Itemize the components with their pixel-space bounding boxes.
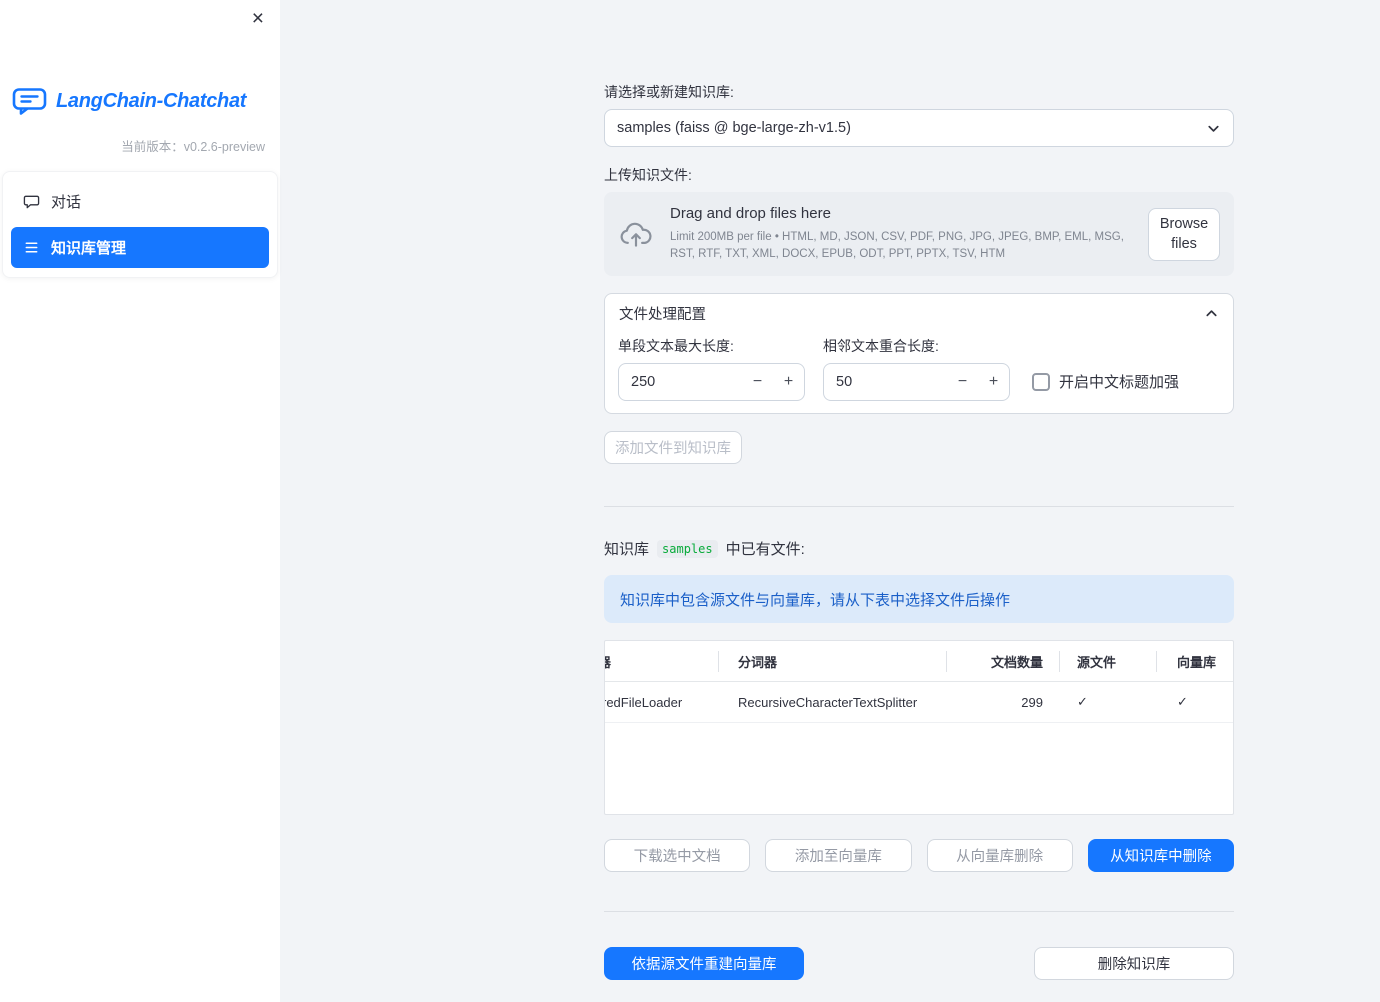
kb-selectbox-value: samples (faiss @ bge-large-zh-v1.5)	[617, 120, 851, 136]
app-window: × LangChain-Chatchat 当前版本：v0.2.6-preview…	[0, 0, 1380, 1002]
expander-header[interactable]: 文件处理配置	[605, 294, 1233, 332]
uploader-text: Drag and drop files here Limit 200MB per…	[670, 205, 1132, 262]
overlap-size-input-group: − +	[823, 363, 1010, 401]
chunk-size-increment-button[interactable]: +	[773, 364, 804, 400]
column-separator	[718, 651, 719, 672]
sidebar-close-button[interactable]: ×	[248, 4, 268, 33]
kb-name-code: samples	[657, 539, 718, 558]
overlap-size-decrement-button[interactable]: −	[947, 364, 978, 400]
kb-select-label: 请选择或新建知识库:	[604, 84, 734, 100]
sidebar-item-knowledge-base[interactable]: 知识库管理	[11, 227, 269, 268]
checkbox-label: 开启中文标题加强	[1059, 374, 1180, 391]
cell-vector-check: ✓	[1177, 694, 1188, 709]
logo-chat-icon	[12, 88, 47, 115]
cloud-upload-icon	[620, 222, 652, 247]
chunk-size-field: 单段文本最大长度: − +	[618, 336, 805, 401]
kb-files-prefix: 知识库	[604, 541, 650, 558]
kb-files-heading: 知识库 samples 中已有文件:	[604, 538, 1234, 559]
overlap-size-field: 相邻文本重合长度: − +	[823, 336, 1010, 401]
column-separator	[1059, 651, 1060, 672]
overlap-size-input[interactable]	[824, 374, 947, 390]
table-header-source-file: 源文件	[1077, 654, 1117, 670]
file-uploader-dropzone[interactable]: Drag and drop files here Limit 200MB per…	[604, 192, 1234, 276]
table-header-vector-store: 向量库	[1177, 654, 1217, 670]
list-icon	[25, 242, 38, 253]
upload-label: 上传知识文件:	[604, 167, 692, 183]
chevron-down-icon	[1208, 125, 1219, 132]
sidebar-item-label: 对话	[51, 194, 82, 211]
sidebar-item-label: 知识库管理	[51, 240, 127, 257]
sidebar-menu: 对话 知识库管理	[2, 171, 278, 278]
expander-body: 单段文本最大长度: − + 相邻文本重合长度: − +	[605, 332, 1233, 413]
overlap-size-increment-button[interactable]: +	[978, 364, 1009, 400]
delete-from-kb-button[interactable]: 从知识库中删除	[1087, 839, 1234, 872]
chunk-size-label: 单段文本最大长度:	[618, 338, 734, 354]
kb-files-suffix: 中已有文件:	[725, 541, 805, 558]
cell-loader: redFileLoader	[605, 694, 683, 710]
browse-files-button[interactable]: Browse files	[1148, 207, 1220, 261]
overlap-size-label: 相邻文本重合长度:	[823, 338, 939, 354]
table-header-row: 器 分词器 文档数量 源文件 向量库	[605, 641, 1233, 682]
chat-bubble-icon	[23, 195, 40, 209]
sidebar-item-dialogue[interactable]: 对话	[11, 181, 269, 222]
delete-from-vector-store-button[interactable]: 从向量库删除	[926, 839, 1073, 872]
uploader-title: Drag and drop files here	[670, 205, 831, 223]
column-separator	[1156, 651, 1157, 672]
rebuild-vector-store-button[interactable]: 依据源文件重建向量库	[604, 947, 804, 980]
sidebar: × LangChain-Chatchat 当前版本：v0.2.6-preview…	[0, 0, 280, 1002]
file-config-expander: 文件处理配置 单段文本最大长度: − +	[604, 293, 1234, 414]
divider	[604, 506, 1234, 507]
cell-doc-count: 299	[1021, 694, 1043, 710]
chevron-up-icon	[1206, 309, 1217, 316]
cell-source-check: ✓	[1077, 694, 1088, 709]
table-row[interactable]: redFileLoader RecursiveCharacterTextSpli…	[605, 682, 1233, 723]
column-separator	[946, 651, 947, 672]
add-files-to-kb-button[interactable]: 添加文件到知识库	[604, 431, 742, 464]
table-header-splitter: 分词器	[738, 654, 778, 670]
expander-title: 文件处理配置	[619, 306, 706, 323]
file-action-buttons: 下载选中文档 添加至向量库 从向量库删除 从知识库中删除	[604, 839, 1234, 872]
kb-selectbox[interactable]: samples (faiss @ bge-large-zh-v1.5)	[604, 109, 1234, 147]
info-banner: 知识库中包含源文件与向量库，请从下表中选择文件后操作	[604, 575, 1234, 623]
version-label: 当前版本：v0.2.6-preview	[121, 140, 265, 154]
app-logo: LangChain-Chatchat	[12, 86, 268, 116]
main-content: 请选择或新建知识库: samples (faiss @ bge-large-zh…	[280, 0, 1380, 1002]
add-to-vector-store-button[interactable]: 添加至向量库	[765, 839, 912, 872]
download-selected-button[interactable]: 下载选中文档	[604, 839, 751, 872]
chunk-size-input-group: − +	[618, 363, 805, 401]
chinese-title-checkbox[interactable]: 开启中文标题加强	[1032, 371, 1179, 392]
chunk-size-input[interactable]	[619, 374, 742, 390]
delete-kb-button[interactable]: 删除知识库	[1034, 947, 1234, 980]
chunk-size-decrement-button[interactable]: −	[742, 364, 773, 400]
divider	[604, 911, 1234, 912]
uploader-limit-text: Limit 200MB per file • HTML, MD, JSON, C…	[670, 231, 1124, 260]
table-header-loader: 器	[605, 652, 718, 671]
cell-splitter: RecursiveCharacterTextSplitter	[738, 694, 918, 710]
table-header-doc-count: 文档数量	[990, 654, 1043, 670]
app-title: LangChain-Chatchat	[56, 89, 247, 112]
checkbox-icon	[1032, 372, 1050, 391]
kb-bottom-actions: 依据源文件重建向量库 删除知识库	[604, 947, 1234, 980]
info-text: 知识库中包含源文件与向量库，请从下表中选择文件后操作	[620, 591, 1011, 609]
files-table: 器 分词器 文档数量 源文件 向量库 redFileLoader Recursi…	[604, 640, 1234, 815]
